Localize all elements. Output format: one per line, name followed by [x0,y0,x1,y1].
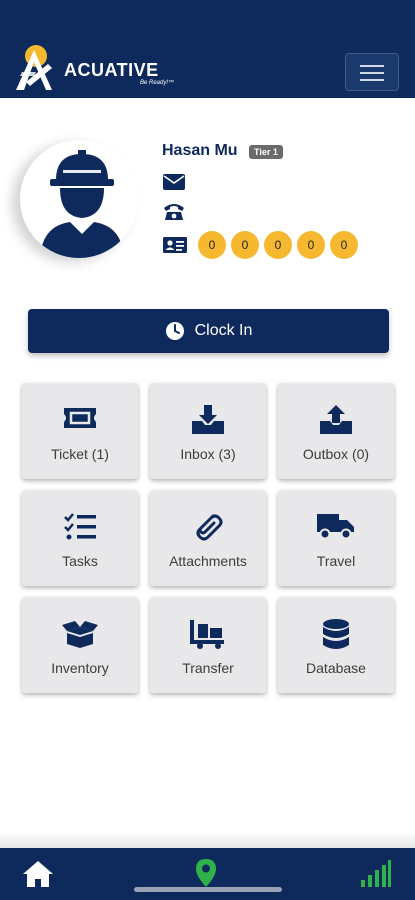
hamburger-menu-button[interactable] [345,53,399,91]
tier-badge: Tier 1 [249,145,283,159]
truck-icon [317,514,354,540]
tile-ticket[interactable]: Ticket (1) [22,383,138,479]
tile-outbox[interactable]: Outbox (0) [278,383,394,479]
task-list-icon [64,513,96,540]
tile-label: Inventory [51,660,109,676]
tile-label: Inbox (3) [180,446,236,462]
paperclip-icon [196,514,223,541]
tile-inbox[interactable]: Inbox (3) [150,383,266,479]
tile-transfer[interactable]: Transfer [150,597,266,693]
tile-label: Outbox (0) [302,446,370,462]
tile-label: Ticket (1) [51,446,109,462]
coin-badge: 0 [264,231,292,259]
user-name: Hasan Mu [162,142,238,159]
tile-travel[interactable]: Travel [278,490,394,586]
coin-counters: 0 0 0 0 0 [198,231,358,259]
tile-label: Tasks [62,553,98,569]
avatar[interactable] [20,140,138,258]
outbox-upload-icon [320,405,352,434]
inbox-download-icon [192,405,224,434]
envelope-icon[interactable] [162,172,188,192]
signal-icon [361,860,391,887]
worker-hardhat-icon [40,150,124,258]
tile-label: Database [306,660,366,676]
tile-inventory[interactable]: Inventory [22,597,138,693]
tile-label: Transfer [182,660,234,676]
database-icon [323,619,349,649]
hamburger-menu-icon [360,65,384,67]
clock-icon [165,322,184,340]
ticket-icon [64,408,96,428]
tile-label: Travel [316,553,356,569]
bottom-divider [0,832,415,848]
home-icon[interactable] [22,860,54,888]
brand-name: ACUATIVE [64,60,159,80]
id-card-icon[interactable] [162,235,188,255]
app-header: ACUATIVE Be Ready!™ [0,0,415,98]
phone-icon[interactable] [162,201,188,221]
coin-badge: 0 [198,231,226,259]
open-box-icon [62,621,98,648]
coin-badge: 0 [297,231,325,259]
clock-in-label: Clock In [194,322,253,339]
tile-attachments[interactable]: Attachments [150,490,266,586]
coin-badge: 0 [231,231,259,259]
bottom-nav [0,848,415,900]
location-pin-icon[interactable] [195,858,217,888]
tile-tasks[interactable]: Tasks [22,490,138,586]
home-indicator[interactable] [134,887,282,892]
coin-badge: 0 [330,231,358,259]
brand-tagline: Be Ready!™ [140,80,175,86]
clock-in-button[interactable]: Clock In [28,309,389,353]
tile-label: Attachments [169,553,247,569]
dolly-icon [190,620,224,649]
tile-database[interactable]: Database [278,597,394,693]
